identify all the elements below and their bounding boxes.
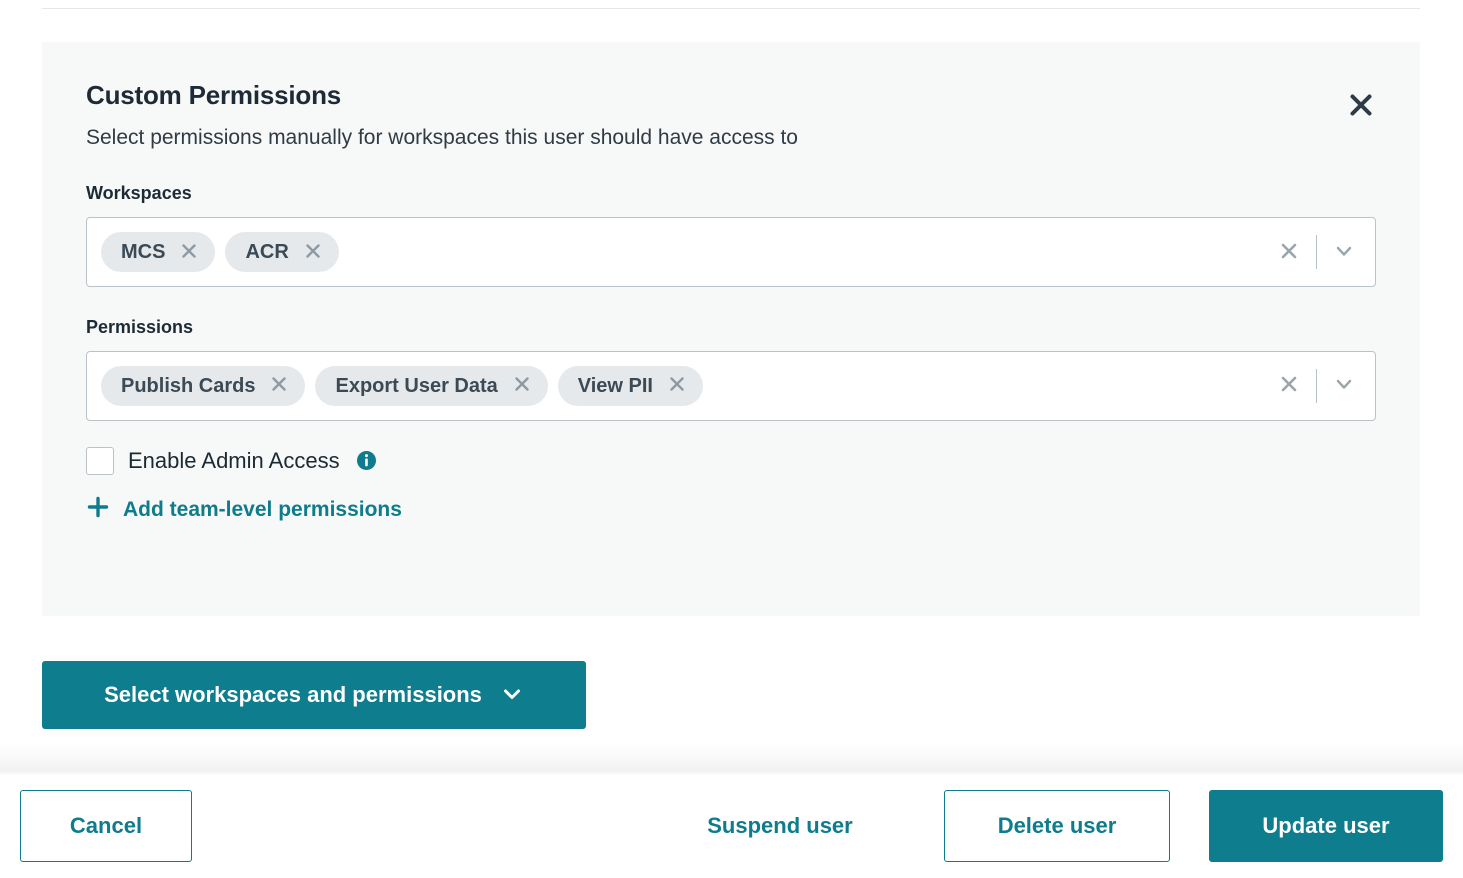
card-header: Custom Permissions Select permissions ma… [86,80,1376,151]
select-workspaces-button-label: Select workspaces and permissions [104,684,482,706]
remove-icon [180,242,198,263]
enable-admin-access-label: Enable Admin Access [128,450,340,472]
permissions-multiselect[interactable]: Publish Cards Export User Data [86,351,1376,421]
suspend-user-button[interactable]: Suspend user [681,790,879,862]
clear-icon [1279,374,1299,397]
chip-remove-button[interactable] [303,242,323,262]
cancel-button[interactable]: Cancel [20,790,192,862]
chip-remove-button[interactable] [179,242,199,262]
add-team-level-permissions-label: Add team-level permissions [123,499,402,520]
chevron-down-icon [1333,240,1355,265]
close-icon [1348,92,1374,118]
permissions-screen: Custom Permissions Select permissions ma… [0,0,1463,878]
chip-label: Publish Cards [121,376,255,396]
enable-admin-access-checkbox[interactable] [86,447,114,475]
footer-shadow [0,742,1463,776]
chip-label: Export User Data [335,376,497,396]
remove-icon [668,375,686,396]
chip: ACR [225,232,338,272]
clear-icon [1279,241,1299,264]
chip-label: MCS [121,242,165,262]
add-team-level-permissions-link[interactable]: Add team-level permissions [86,495,402,524]
workspaces-multiselect[interactable]: MCS ACR [86,217,1376,287]
remove-icon [513,375,531,396]
workspaces-field-group: Workspaces MCS [86,183,1376,287]
chip-label: ACR [245,242,288,262]
remove-icon [304,242,322,263]
chevron-down-icon [500,682,524,709]
top-divider [42,8,1420,9]
select-workspaces-and-permissions-button[interactable]: Select workspaces and permissions [42,661,586,729]
permissions-field-actions [1272,369,1361,403]
info-icon[interactable] [356,450,377,471]
chip-remove-button[interactable] [269,376,289,396]
enable-admin-access-row: Enable Admin Access [86,447,1376,475]
chip-label: View PII [578,376,653,396]
chip-remove-button[interactable] [512,376,532,396]
clear-permissions-button[interactable] [1272,369,1306,403]
delete-user-button[interactable]: Delete user [944,790,1170,862]
clear-workspaces-button[interactable] [1272,235,1306,269]
chevron-down-icon [1333,373,1355,398]
remove-icon [270,375,288,396]
close-panel-button[interactable] [1344,88,1378,122]
page-subtitle: Select permissions manually for workspac… [86,125,1376,151]
chip-remove-button[interactable] [667,376,687,396]
plus-icon [86,495,110,524]
update-user-button[interactable]: Update user [1209,790,1443,862]
permissions-dropdown-toggle[interactable] [1327,369,1361,403]
workspaces-field-actions [1272,235,1361,269]
permissions-chip-list: Publish Cards Export User Data [101,366,703,406]
chip: MCS [101,232,215,272]
permissions-label: Permissions [86,317,1376,339]
chip: Export User Data [315,366,547,406]
footer-actions-bar: Cancel Suspend user Delete user Update u… [0,776,1463,878]
field-divider [1316,235,1317,269]
custom-permissions-card: Custom Permissions Select permissions ma… [42,42,1420,616]
chip: View PII [558,366,703,406]
workspaces-dropdown-toggle[interactable] [1327,235,1361,269]
permissions-field-group: Permissions Publish Cards [86,317,1376,421]
field-divider [1316,369,1317,403]
chip: Publish Cards [101,366,305,406]
workspaces-chip-list: MCS ACR [101,232,339,272]
page-title: Custom Permissions [86,80,1376,111]
workspaces-label: Workspaces [86,183,1376,205]
